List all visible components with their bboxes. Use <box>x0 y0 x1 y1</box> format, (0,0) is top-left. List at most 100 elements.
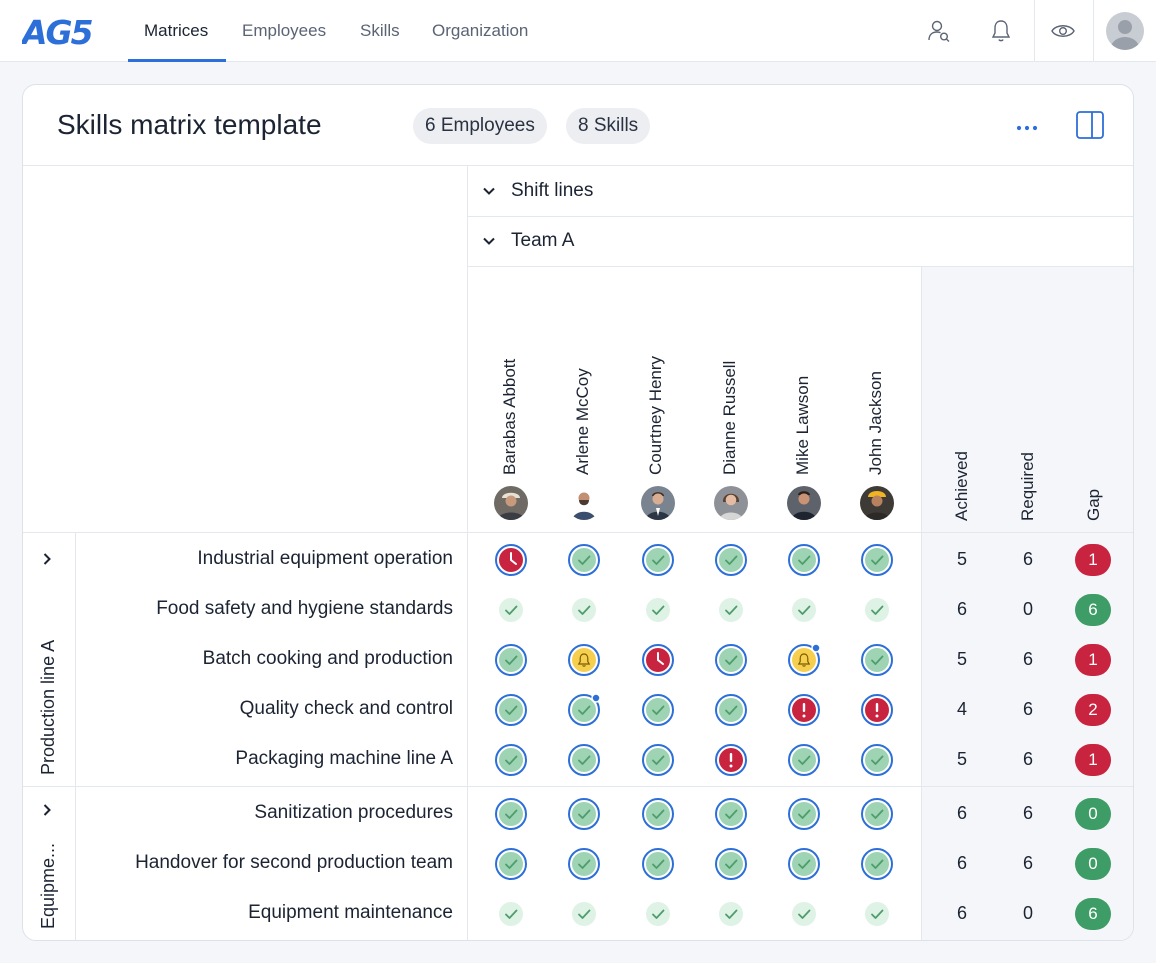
skill-cell[interactable] <box>860 543 894 577</box>
required-value: 6 <box>1022 549 1033 569</box>
skill-cell[interactable] <box>714 693 748 727</box>
skill-cell[interactable] <box>641 593 675 627</box>
skill-cell[interactable] <box>567 593 601 627</box>
skill-name[interactable]: Packaging machine line A <box>235 748 453 770</box>
plain-status-icon <box>646 902 670 926</box>
tab-employees[interactable]: Employees <box>242 0 326 62</box>
user-search-icon[interactable] <box>922 14 956 48</box>
skill-name[interactable]: Quality check and control <box>240 698 453 720</box>
skill-cell[interactable] <box>714 543 748 577</box>
employee-name[interactable]: Barabas Abbott <box>500 359 520 475</box>
bell-icon[interactable] <box>984 14 1018 48</box>
plain-status-icon <box>572 902 596 926</box>
skill-cell[interactable] <box>714 643 748 677</box>
skill-cell[interactable] <box>860 847 894 881</box>
skill-cell[interactable] <box>860 693 894 727</box>
skills-count-badge: 8 Skills <box>566 108 651 144</box>
skill-name[interactable]: Handover for second production team <box>135 852 453 874</box>
skill-cell[interactable] <box>860 743 894 777</box>
skill-cell[interactable] <box>714 847 748 881</box>
skill-cell[interactable] <box>494 847 528 881</box>
skill-cell[interactable] <box>641 643 675 677</box>
skill-cell[interactable] <box>494 743 528 777</box>
employee-avatar[interactable] <box>787 486 821 520</box>
skill-name[interactable]: Equipment maintenance <box>248 902 453 924</box>
employee-avatar[interactable] <box>641 486 675 520</box>
chevron-right-icon[interactable] <box>39 551 55 567</box>
skill-cell[interactable] <box>860 643 894 677</box>
skill-cell[interactable] <box>494 543 528 577</box>
group-shift-lines[interactable]: Shift lines <box>481 166 593 216</box>
skill-cell[interactable] <box>567 847 601 881</box>
skill-cell[interactable] <box>494 897 528 931</box>
eye-icon[interactable] <box>1046 14 1080 48</box>
employee-avatar[interactable] <box>714 486 748 520</box>
user-avatar[interactable] <box>1106 12 1144 50</box>
achieved-value: 4 <box>956 699 967 719</box>
tab-matrices[interactable]: Matrices <box>144 0 208 62</box>
skill-cell[interactable] <box>787 693 821 727</box>
alert-status-icon <box>788 694 820 726</box>
skill-cell[interactable] <box>641 693 675 727</box>
skill-cell[interactable] <box>494 643 528 677</box>
skill-cell[interactable] <box>641 897 675 931</box>
employee-name[interactable]: Mike Lawson <box>793 376 813 475</box>
skill-cell[interactable] <box>567 797 601 831</box>
skill-cell[interactable] <box>641 847 675 881</box>
skill-cell[interactable] <box>567 743 601 777</box>
check-status-icon <box>495 848 527 880</box>
ag5-logo[interactable]: AG5 <box>22 13 108 49</box>
employee-avatar[interactable] <box>494 486 528 520</box>
skill-cell[interactable] <box>860 593 894 627</box>
skill-cell[interactable] <box>494 593 528 627</box>
plain-status-icon <box>719 598 743 622</box>
gap-badge: 1 <box>1075 744 1111 776</box>
skill-name[interactable]: Food safety and hygiene standards <box>156 598 453 620</box>
plain-status-icon <box>865 902 889 926</box>
skill-cell[interactable] <box>567 543 601 577</box>
skill-cell[interactable] <box>641 797 675 831</box>
more-options-icon[interactable] <box>1013 115 1043 139</box>
employee-name[interactable]: Arlene McCoy <box>573 368 593 475</box>
skill-name[interactable]: Sanitization procedures <box>254 802 453 824</box>
clock-status-icon <box>495 544 527 576</box>
row-group-label[interactable]: Production line A <box>38 640 59 775</box>
skill-cell[interactable] <box>714 743 748 777</box>
skill-cell[interactable] <box>567 693 601 727</box>
skill-cell[interactable] <box>567 897 601 931</box>
skill-cell[interactable] <box>641 743 675 777</box>
row-group-label[interactable]: Equipme... <box>38 843 59 929</box>
check-status-icon <box>568 848 600 880</box>
side-panel-icon[interactable] <box>1075 110 1105 140</box>
tab-skills[interactable]: Skills <box>360 0 400 62</box>
employee-name[interactable]: Courtney Henry <box>646 356 666 475</box>
alert-status-icon <box>861 694 893 726</box>
skill-cell[interactable] <box>787 643 821 677</box>
employee-avatar[interactable] <box>860 486 894 520</box>
skill-cell[interactable] <box>714 897 748 931</box>
skill-cell[interactable] <box>567 643 601 677</box>
skill-name[interactable]: Batch cooking and production <box>203 648 453 670</box>
skill-cell[interactable] <box>787 543 821 577</box>
skill-cell[interactable] <box>787 797 821 831</box>
check-status-icon <box>788 544 820 576</box>
tab-organization[interactable]: Organization <box>432 0 528 62</box>
skill-name[interactable]: Industrial equipment operation <box>197 548 453 570</box>
employee-avatar[interactable] <box>567 486 601 520</box>
skill-cell[interactable] <box>787 743 821 777</box>
employee-name[interactable]: Dianne Russell <box>720 361 740 475</box>
skill-cell[interactable] <box>641 543 675 577</box>
skill-cell[interactable] <box>787 593 821 627</box>
employee-name[interactable]: John Jackson <box>866 371 886 475</box>
skill-cell[interactable] <box>787 897 821 931</box>
skill-cell[interactable] <box>860 797 894 831</box>
gap-badge: 2 <box>1075 694 1111 726</box>
skill-cell[interactable] <box>494 693 528 727</box>
skill-cell[interactable] <box>714 593 748 627</box>
chevron-right-icon[interactable] <box>39 802 55 818</box>
skill-cell[interactable] <box>787 847 821 881</box>
group-team-a[interactable]: Team A <box>481 216 574 266</box>
skill-cell[interactable] <box>714 797 748 831</box>
skill-cell[interactable] <box>860 897 894 931</box>
skill-cell[interactable] <box>494 797 528 831</box>
